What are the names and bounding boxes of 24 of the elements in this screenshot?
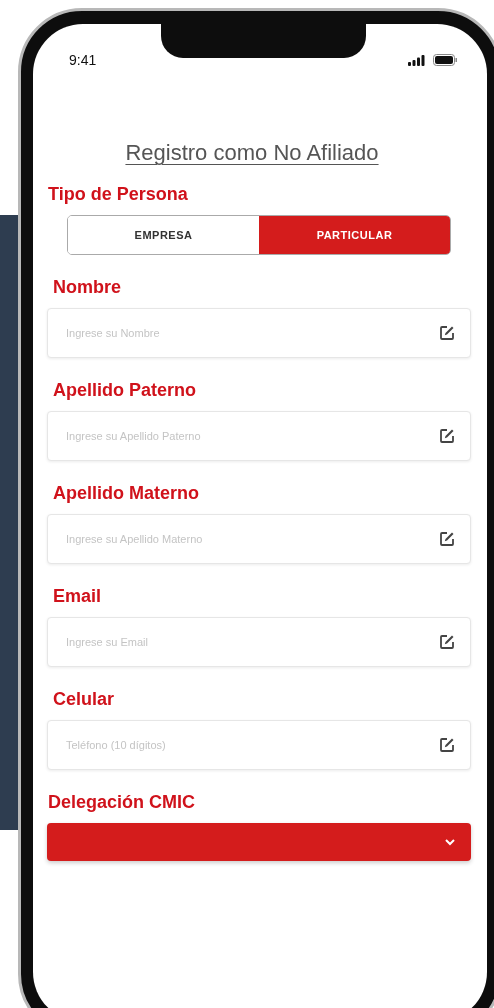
input-field[interactable]: Ingrese su Apellido Materno xyxy=(47,514,471,564)
page-title: Registro como No Afiliado xyxy=(125,140,379,166)
chevron-down-icon xyxy=(445,838,455,846)
field-label: Apellido Paterno xyxy=(53,380,197,401)
field-label: Apellido Materno xyxy=(53,483,200,504)
segment-button[interactable]: PARTICULAR xyxy=(259,216,450,254)
edit-icon xyxy=(439,531,455,547)
edit-icon xyxy=(439,634,455,650)
input-field[interactable]: Ingrese su Email xyxy=(47,617,471,667)
signal-icon xyxy=(408,54,425,66)
field-label: Tipo de Persona xyxy=(48,184,189,205)
dropdown-select[interactable] xyxy=(47,823,471,861)
edit-icon xyxy=(439,428,455,444)
edit-icon xyxy=(439,737,455,753)
battery-icon xyxy=(433,54,457,66)
input-field[interactable]: Ingrese su Nombre xyxy=(47,308,471,358)
input-field[interactable]: Ingrese su Apellido Paterno xyxy=(47,411,471,461)
edit-icon xyxy=(439,325,455,341)
status-time: 9:41 xyxy=(69,52,97,68)
input-field[interactable]: Teléfono (10 dígitos) xyxy=(47,720,471,770)
field-label: Nombre xyxy=(53,277,122,298)
field-label: Celular xyxy=(53,689,116,710)
field-label: Delegación CMIC xyxy=(48,792,197,813)
field-label: Email xyxy=(53,586,103,607)
